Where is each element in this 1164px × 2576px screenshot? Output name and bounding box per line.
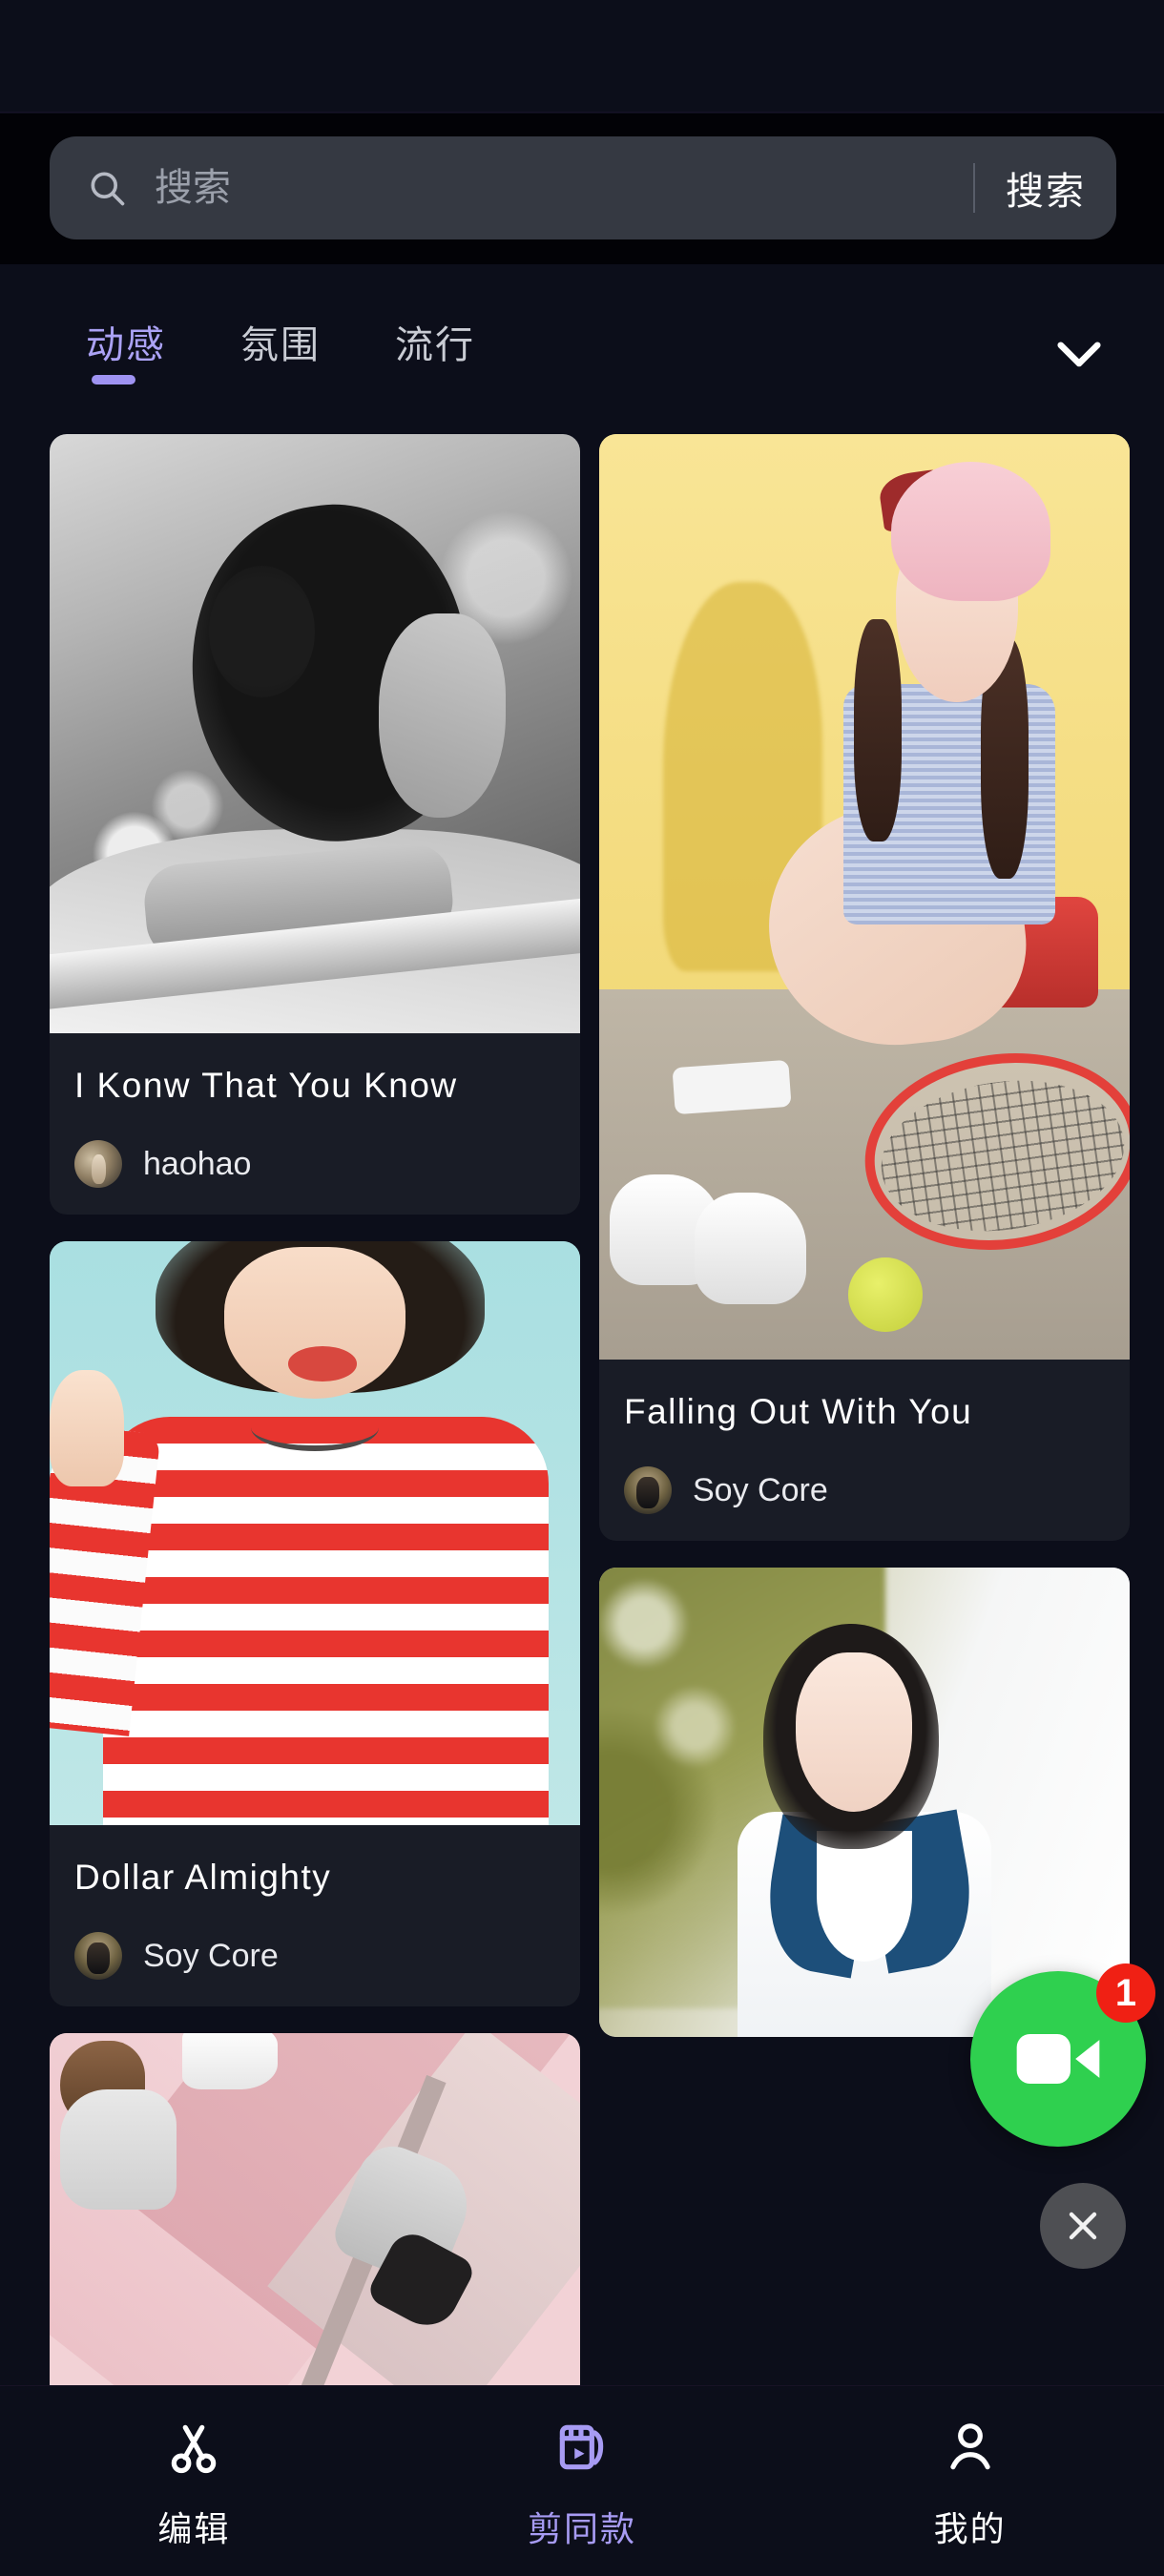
card-thumbnail bbox=[50, 434, 580, 1033]
card-info: I Konw That You Know haohao bbox=[50, 1033, 580, 1215]
status-bar bbox=[0, 0, 1164, 113]
search-button[interactable]: 搜索 bbox=[975, 136, 1116, 239]
nav-label: 我的 bbox=[933, 2508, 1007, 2548]
search-area: 搜索 bbox=[0, 114, 1164, 264]
card-title: Falling Out With You bbox=[624, 1392, 973, 1431]
card-thumbnail bbox=[599, 1568, 1130, 2037]
search-input[interactable] bbox=[128, 136, 973, 239]
status-badge: 1 bbox=[1096, 1963, 1155, 2023]
template-card[interactable] bbox=[599, 1568, 1130, 2037]
template-card[interactable]: Falling Out With You Soy Core bbox=[599, 434, 1130, 1541]
author-name: haohao bbox=[143, 1145, 252, 1182]
bottom-navigation: 编辑 剪同款 我的 bbox=[0, 2385, 1164, 2576]
card-title: Dollar Almighty bbox=[74, 1858, 332, 1897]
avatar bbox=[74, 1932, 122, 1980]
app-root: 搜索 动感 氛围 流行 I Konw That You Know bbox=[0, 0, 1164, 2576]
nav-item-template[interactable]: 剪同款 bbox=[388, 2386, 777, 2576]
nav-label: 编辑 bbox=[157, 2508, 231, 2548]
card-title: I Konw That You Know bbox=[74, 1066, 458, 1105]
nav-item-edit[interactable]: 编辑 bbox=[0, 2386, 388, 2576]
nav-label: 剪同款 bbox=[528, 2508, 637, 2548]
card-author[interactable]: Soy Core bbox=[624, 1466, 1105, 1514]
avatar bbox=[624, 1466, 672, 1514]
feed-column-right: Falling Out With You Soy Core bbox=[599, 434, 1130, 2064]
card-thumbnail bbox=[50, 1241, 580, 1825]
floating-video-call-button[interactable]: 1 bbox=[970, 1963, 1155, 2147]
card-thumbnail bbox=[50, 2033, 580, 2385]
tab-liuxing[interactable]: 流行 bbox=[393, 314, 477, 388]
chevron-down-icon[interactable] bbox=[1048, 322, 1111, 384]
tab-dongan[interactable]: 动感 bbox=[84, 314, 168, 388]
clapperboard-play-icon bbox=[552, 2418, 612, 2477]
category-tab-bar: 动感 氛围 流行 bbox=[0, 264, 1164, 428]
card-thumbnail bbox=[599, 434, 1130, 1360]
feed-column-left: I Konw That You Know haohao Dollar Almig… bbox=[50, 434, 580, 2385]
template-card[interactable]: I Konw That You Know haohao bbox=[50, 434, 580, 1215]
card-info: Falling Out With You Soy Core bbox=[599, 1360, 1130, 1541]
search-bar[interactable]: 搜索 bbox=[50, 136, 1116, 239]
template-card[interactable]: Dollar Almighty Soy Core bbox=[50, 1241, 580, 2006]
nav-item-mine[interactable]: 我的 bbox=[776, 2386, 1164, 2576]
card-author[interactable]: Soy Core bbox=[74, 1932, 555, 1980]
scissors-icon bbox=[164, 2418, 223, 2477]
template-card[interactable] bbox=[50, 2033, 580, 2385]
search-icon bbox=[86, 167, 128, 209]
author-name: Soy Core bbox=[693, 1471, 828, 1508]
avatar bbox=[74, 1140, 122, 1188]
person-icon bbox=[941, 2418, 1000, 2477]
tab-fenwei[interactable]: 氛围 bbox=[239, 314, 322, 388]
close-icon[interactable] bbox=[1040, 2183, 1126, 2269]
video-camera-icon bbox=[1008, 2009, 1108, 2109]
category-tabs: 动感 氛围 流行 bbox=[84, 314, 477, 388]
card-info: Dollar Almighty Soy Core bbox=[50, 1825, 580, 2006]
card-author[interactable]: haohao bbox=[74, 1140, 555, 1188]
author-name: Soy Core bbox=[143, 1937, 279, 1974]
